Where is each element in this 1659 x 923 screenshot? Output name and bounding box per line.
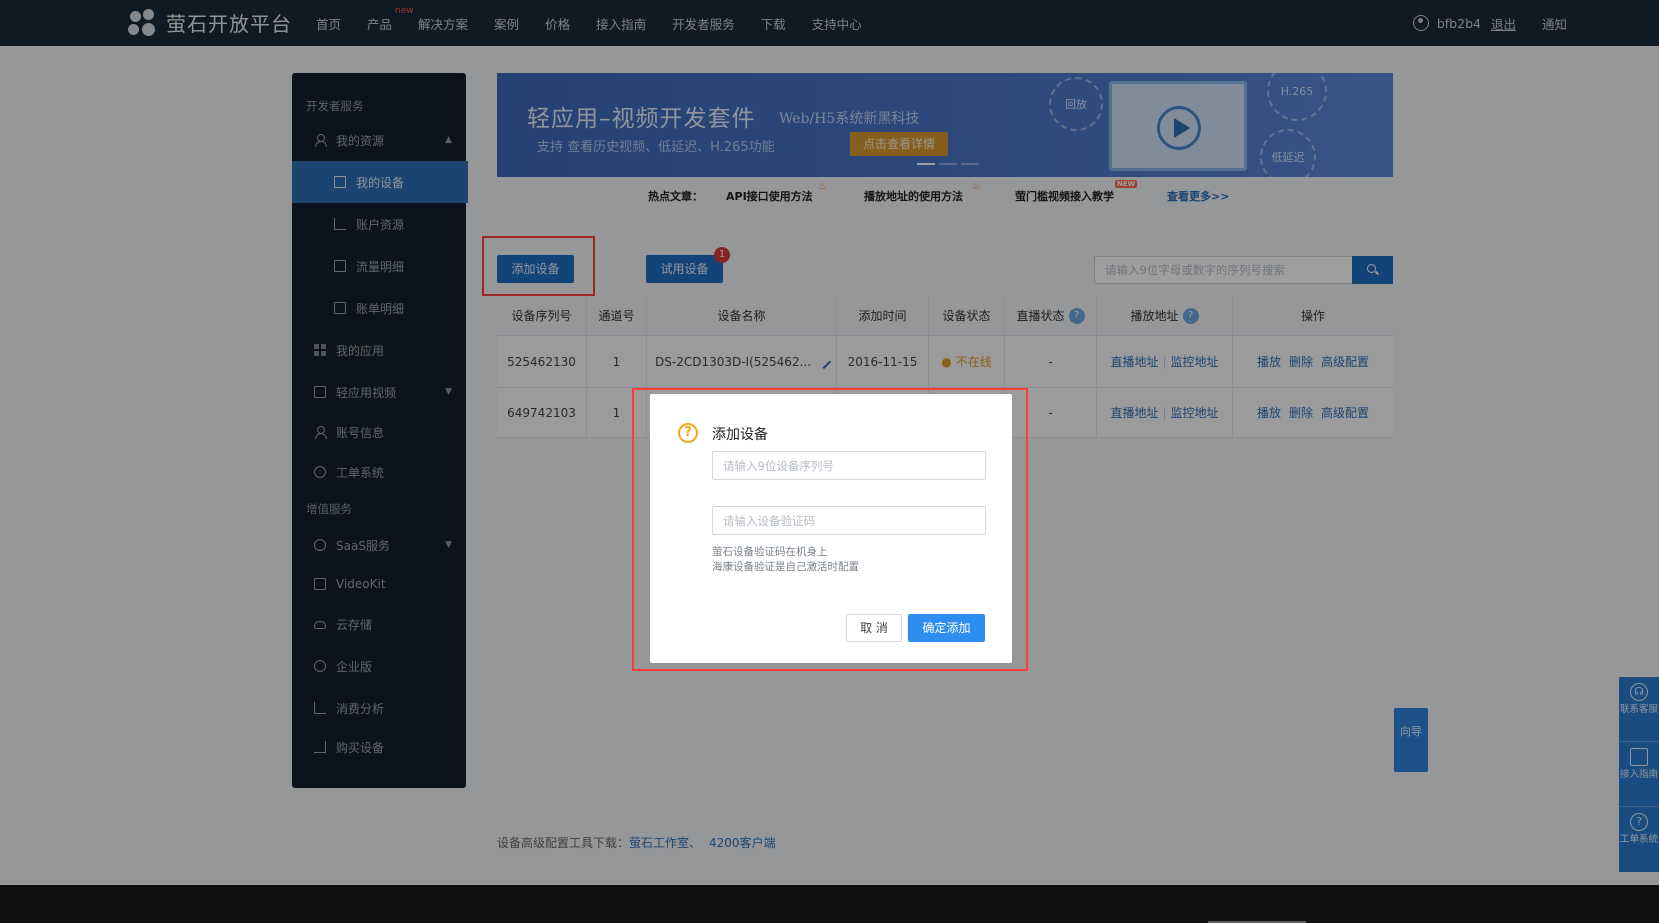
add-device-dialog: ? 添加设备 萤石设备验证码在机身上 海康设备验证是自己激活时配置 取 消 确定… bbox=[650, 394, 1012, 663]
question-icon: ? bbox=[678, 423, 698, 443]
verification-code-input[interactable] bbox=[712, 506, 986, 535]
cancel-button[interactable]: 取 消 bbox=[846, 614, 902, 642]
hint-ezviz: 萤石设备验证码在机身上 bbox=[712, 546, 828, 558]
serial-number-input[interactable] bbox=[712, 451, 986, 480]
hint-hikvision: 海康设备验证是自己激活时配置 bbox=[712, 561, 859, 573]
dialog-title: 添加设备 bbox=[712, 427, 768, 443]
confirm-add-button[interactable]: 确定添加 bbox=[908, 614, 985, 642]
